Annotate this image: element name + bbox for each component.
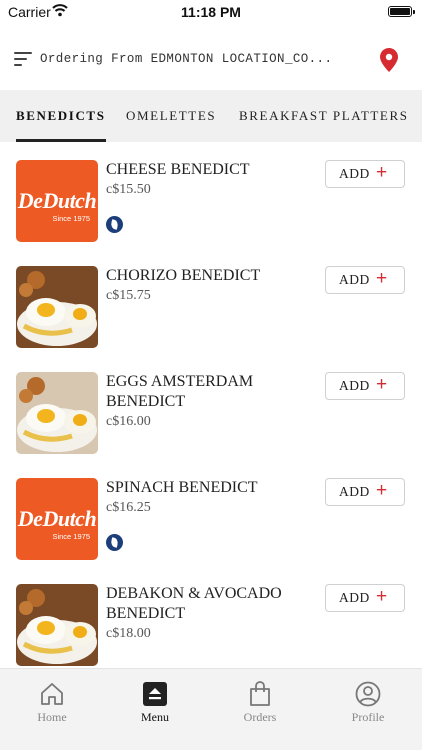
- nav-profile-label: Profile: [351, 710, 385, 724]
- add-button-label: ADD: [339, 590, 370, 605]
- tab-breakfast-platters[interactable]: BREAKFAST PLATTERS: [239, 90, 409, 142]
- tab-benedicts[interactable]: BENEDICTS: [16, 90, 106, 142]
- location-pin-icon[interactable]: [380, 48, 398, 72]
- add-button-label: ADD: [339, 484, 370, 499]
- item-name: DEBAKON & AVOCADO BENEDICT: [106, 585, 282, 622]
- category-tabs: BENEDICTS OMELETTES BREAKFAST PLATTERS: [0, 90, 422, 142]
- dedutch-logo-image: DeDutch Since 1975: [16, 478, 98, 560]
- profile-icon: [355, 681, 381, 707]
- plus-icon: +: [376, 268, 388, 289]
- item-name: CHORIZO BENEDICT: [106, 267, 261, 284]
- plus-icon: +: [376, 586, 388, 607]
- home-icon: [41, 683, 63, 705]
- add-to-cart-button[interactable]: ADD +: [325, 478, 405, 506]
- item-name: CHEESE BENEDICT: [106, 161, 250, 178]
- battery-icon: [388, 6, 415, 17]
- item-price: c$16.25: [106, 500, 151, 515]
- food-photo: [16, 372, 98, 454]
- leaf-badge-icon: [106, 216, 123, 233]
- status-bar: Carrier 11:18 PM: [0, 0, 422, 24]
- nav-orders[interactable]: Orders: [220, 681, 300, 731]
- bag-icon: [250, 681, 270, 706]
- menu-icon: [143, 682, 167, 706]
- plus-icon: +: [376, 480, 388, 501]
- dedutch-logo-image: DeDutch Since 1975: [16, 160, 98, 242]
- nav-home[interactable]: Home: [12, 681, 92, 731]
- plus-icon: +: [376, 374, 388, 395]
- menu-item[interactable]: DeDutch Since 1975 SPINACH BENEDICT c$16.25…: [0, 460, 422, 566]
- food-photo: [16, 266, 98, 348]
- add-to-cart-button[interactable]: ADD +: [325, 160, 405, 188]
- item-price: c$16.00: [106, 414, 151, 429]
- tab-omelettes[interactable]: OMELETTES: [126, 90, 216, 142]
- logo-brand-text: DeDutch: [17, 188, 97, 213]
- nav-orders-label: Orders: [243, 710, 277, 724]
- ordering-location-text[interactable]: Ordering From EDMONTON LOCATION_CO...: [40, 52, 340, 66]
- add-button-label: ADD: [339, 166, 370, 181]
- logo-brand-text: DeDutch: [17, 506, 97, 531]
- add-button-label: ADD: [339, 272, 370, 287]
- food-photo: [16, 584, 98, 666]
- menu-item-list: DeDutch Since 1975 CHEESE BENEDICT c$15.50 A…: [0, 142, 422, 668]
- menu-item[interactable]: EGGS AMSTERDAM BENEDICT c$16.00 ADD +: [0, 354, 422, 460]
- header: Ordering From EDMONTON LOCATION_CO...: [0, 24, 422, 90]
- nav-profile[interactable]: Profile: [328, 681, 408, 731]
- add-to-cart-button[interactable]: ADD +: [325, 372, 405, 400]
- item-price: c$15.75: [106, 288, 151, 303]
- nav-menu-label: Menu: [141, 710, 169, 724]
- leaf-badge-icon: [106, 534, 123, 551]
- clock: 11:18 PM: [181, 4, 241, 20]
- menu-item[interactable]: DeDutch Since 1975 CHEESE BENEDICT c$15.50 A…: [0, 142, 422, 248]
- item-price: c$18.00: [106, 626, 151, 641]
- nav-home-label: Home: [37, 710, 67, 724]
- item-name: EGGS AMSTERDAM BENEDICT: [106, 373, 254, 410]
- nav-menu[interactable]: Menu: [115, 681, 195, 731]
- menu-item[interactable]: DEBAKON & AVOCADO BENEDICT c$18.00 ADD +: [0, 566, 422, 668]
- item-price: c$15.50: [106, 182, 151, 197]
- filter-lines-icon[interactable]: [14, 52, 32, 66]
- item-name: SPINACH BENEDICT: [106, 479, 258, 496]
- plus-icon: +: [376, 162, 388, 183]
- add-button-label: ADD: [339, 378, 370, 393]
- add-to-cart-button[interactable]: ADD +: [325, 584, 405, 612]
- logo-since-text: Since 1975: [52, 214, 90, 223]
- menu-item[interactable]: CHORIZO BENEDICT c$15.75 ADD +: [0, 248, 422, 354]
- add-to-cart-button[interactable]: ADD +: [325, 266, 405, 294]
- logo-since-text: Since 1975: [52, 532, 90, 541]
- bottom-nav: Home Menu Orders Profile: [0, 668, 422, 750]
